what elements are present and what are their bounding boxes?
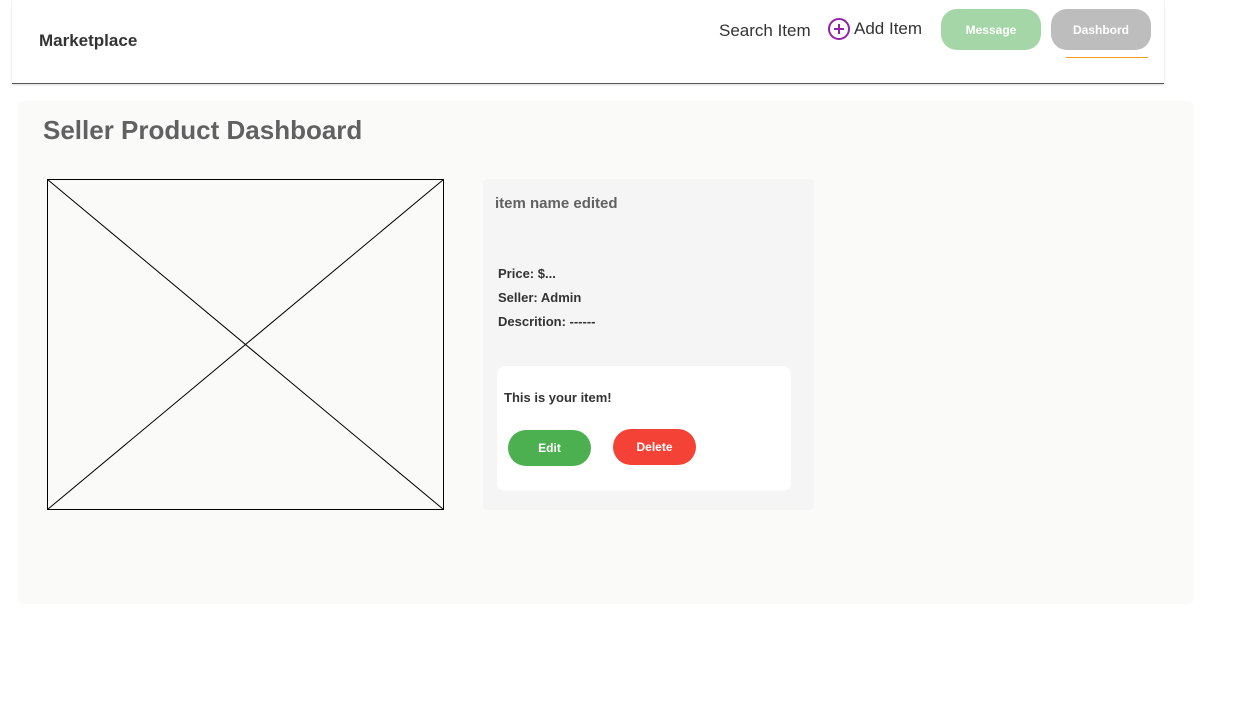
top-navbar: Marketplace Search Item Add Item Message… (12, 0, 1164, 84)
nav-add-item[interactable]: Add Item (828, 18, 922, 40)
plus-circle-icon (828, 18, 850, 40)
product-image-placeholder (47, 179, 444, 510)
item-description: Descrition: ------ (498, 314, 596, 329)
page-title: Seller Product Dashboard (43, 115, 363, 145)
owner-actions-box: This is your item! Edit Delete (497, 366, 791, 491)
item-name: item name edited (495, 195, 618, 212)
item-seller: Seller: Admin (498, 290, 582, 305)
dashboard-button[interactable]: Dashbord (1051, 9, 1151, 50)
item-price: Price: $... (498, 266, 556, 281)
nav-search-item[interactable]: Search Item (719, 21, 811, 41)
owner-message: This is your item! (504, 390, 612, 405)
brand-logo[interactable]: Marketplace (39, 31, 137, 51)
dashboard-panel: Seller Product Dashboard item name edite… (18, 101, 1194, 604)
edit-button[interactable]: Edit (508, 430, 591, 466)
item-card: item name edited Price: $... Seller: Adm… (483, 179, 814, 510)
message-button[interactable]: Message (941, 9, 1041, 50)
delete-button[interactable]: Delete (613, 429, 696, 465)
page: Marketplace Search Item Add Item Message… (0, 0, 1236, 704)
nav-add-item-label: Add Item (854, 19, 923, 38)
active-nav-indicator (1066, 57, 1148, 58)
